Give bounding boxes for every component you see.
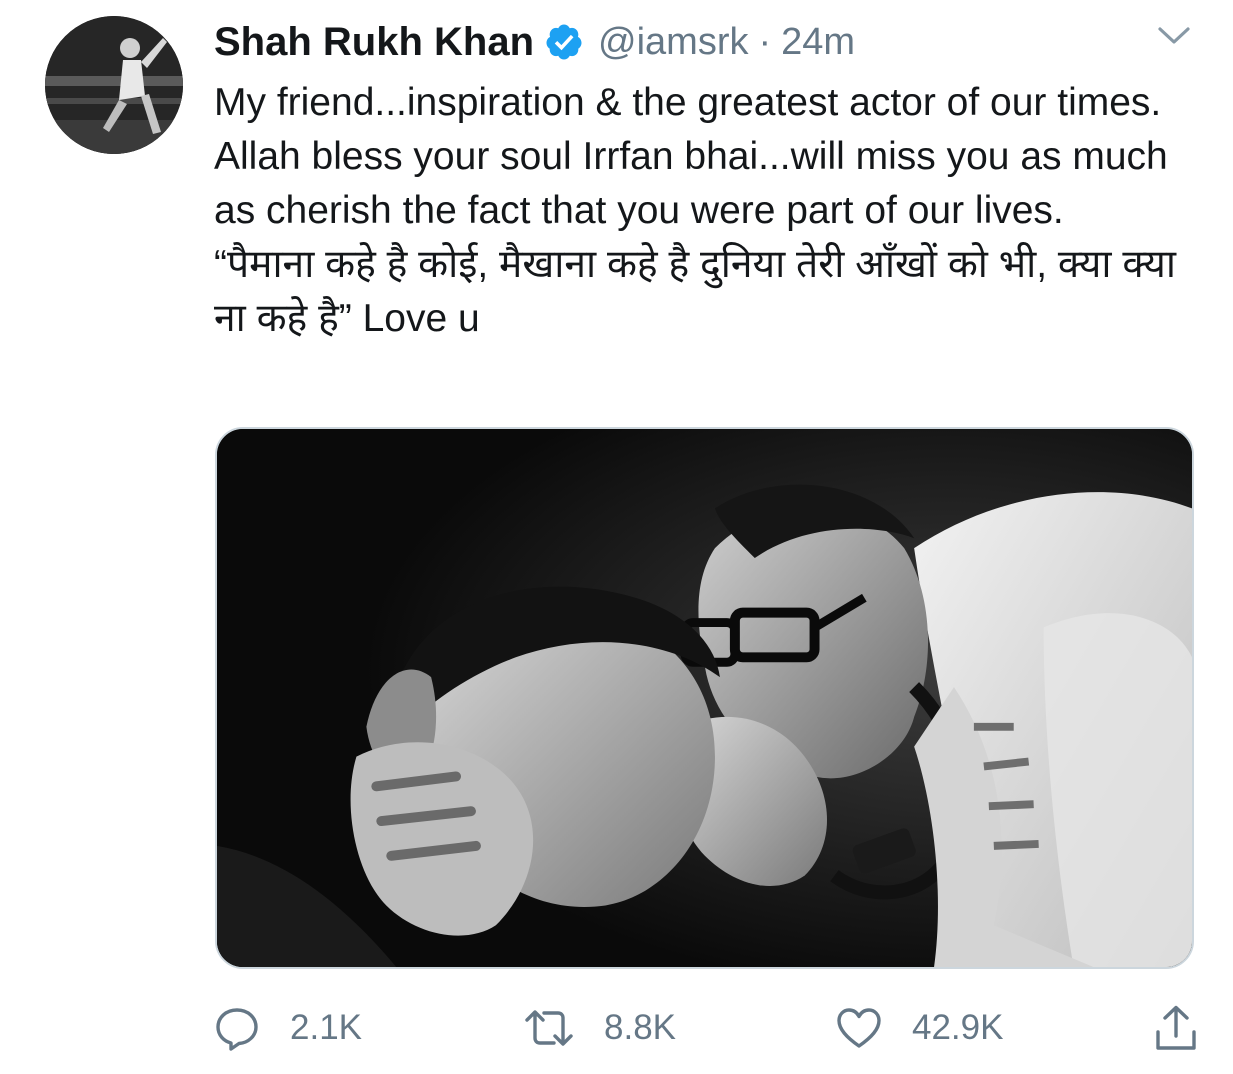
tweet-text-hindi: “पैमाना कहे है कोई, मैखाना कहे है दुनिया… <box>214 243 1176 340</box>
tweet-timestamp[interactable]: 24m <box>781 21 855 64</box>
header-separator: · <box>758 20 772 63</box>
reply-icon <box>216 1008 258 1051</box>
tweet-card: Shah Rukh Khan @iamsrk · 24m My friend..… <box>0 0 1233 1074</box>
avatar-image <box>45 16 183 154</box>
retweet-icon <box>525 1010 573 1046</box>
share-button[interactable] <box>1154 1000 1198 1056</box>
reply-count: 2.1K <box>290 1008 362 1047</box>
tweet-text: My friend...inspiration & the greatest a… <box>214 76 1204 346</box>
like-count: 42.9K <box>912 1008 1004 1047</box>
tweet-photo[interactable] <box>215 427 1194 969</box>
like-button[interactable]: 42.9K <box>836 1000 1003 1056</box>
author-avatar[interactable] <box>45 16 183 154</box>
share-icon <box>1156 1005 1196 1050</box>
retweet-count: 8.8K <box>604 1008 676 1047</box>
chevron-down-icon[interactable] <box>1156 24 1192 48</box>
heart-icon <box>837 1008 881 1048</box>
reply-button[interactable]: 2.1K <box>214 1000 362 1056</box>
photo-image <box>217 429 1192 967</box>
tweet-text-english: My friend...inspiration & the greatest a… <box>214 81 1168 232</box>
tweet-header: Shah Rukh Khan @iamsrk · 24m <box>214 14 855 70</box>
author-display-name[interactable]: Shah Rukh Khan <box>214 20 534 65</box>
verified-badge-icon <box>544 22 584 62</box>
retweet-button[interactable]: 8.8K <box>524 1000 676 1056</box>
author-handle[interactable]: @iamsrk <box>598 21 748 64</box>
tweet-actions: 2.1K 8.8K 42.9K <box>214 1000 1204 1056</box>
